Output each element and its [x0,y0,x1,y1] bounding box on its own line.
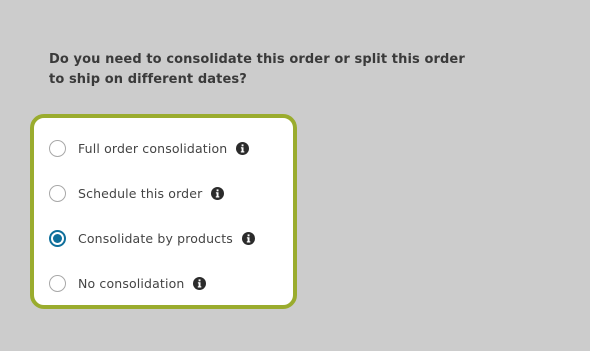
option-label: Schedule this order [78,185,203,201]
option-full-order-consolidation[interactable]: Full order consolidation [49,138,250,158]
option-schedule-this-order[interactable]: Schedule this order [49,183,225,203]
option-consolidate-by-products[interactable]: Consolidate by products [49,228,255,248]
question-line-2: to ship on different dates? [49,72,247,87]
radio-consolidate-by-products[interactable] [49,229,66,247]
radio-schedule-this-order[interactable] [49,184,66,202]
radio-no-consolidation[interactable] [49,274,66,292]
info-icon[interactable] [236,141,250,155]
radio-full-order-consolidation[interactable] [49,139,66,157]
info-icon[interactable] [241,231,255,245]
consolidation-question: Do you need to consolidate this order or… [49,50,479,90]
info-icon[interactable] [211,186,225,200]
option-label: No consolidation [78,275,185,291]
option-no-consolidation[interactable]: No consolidation [49,273,207,293]
question-line-1: Do you need to consolidate this order or… [49,52,465,67]
info-icon[interactable] [193,276,207,290]
consolidation-options-card: Full order consolidation Schedule this o… [30,114,297,309]
option-label: Consolidate by products [78,230,233,246]
option-label: Full order consolidation [78,140,228,156]
